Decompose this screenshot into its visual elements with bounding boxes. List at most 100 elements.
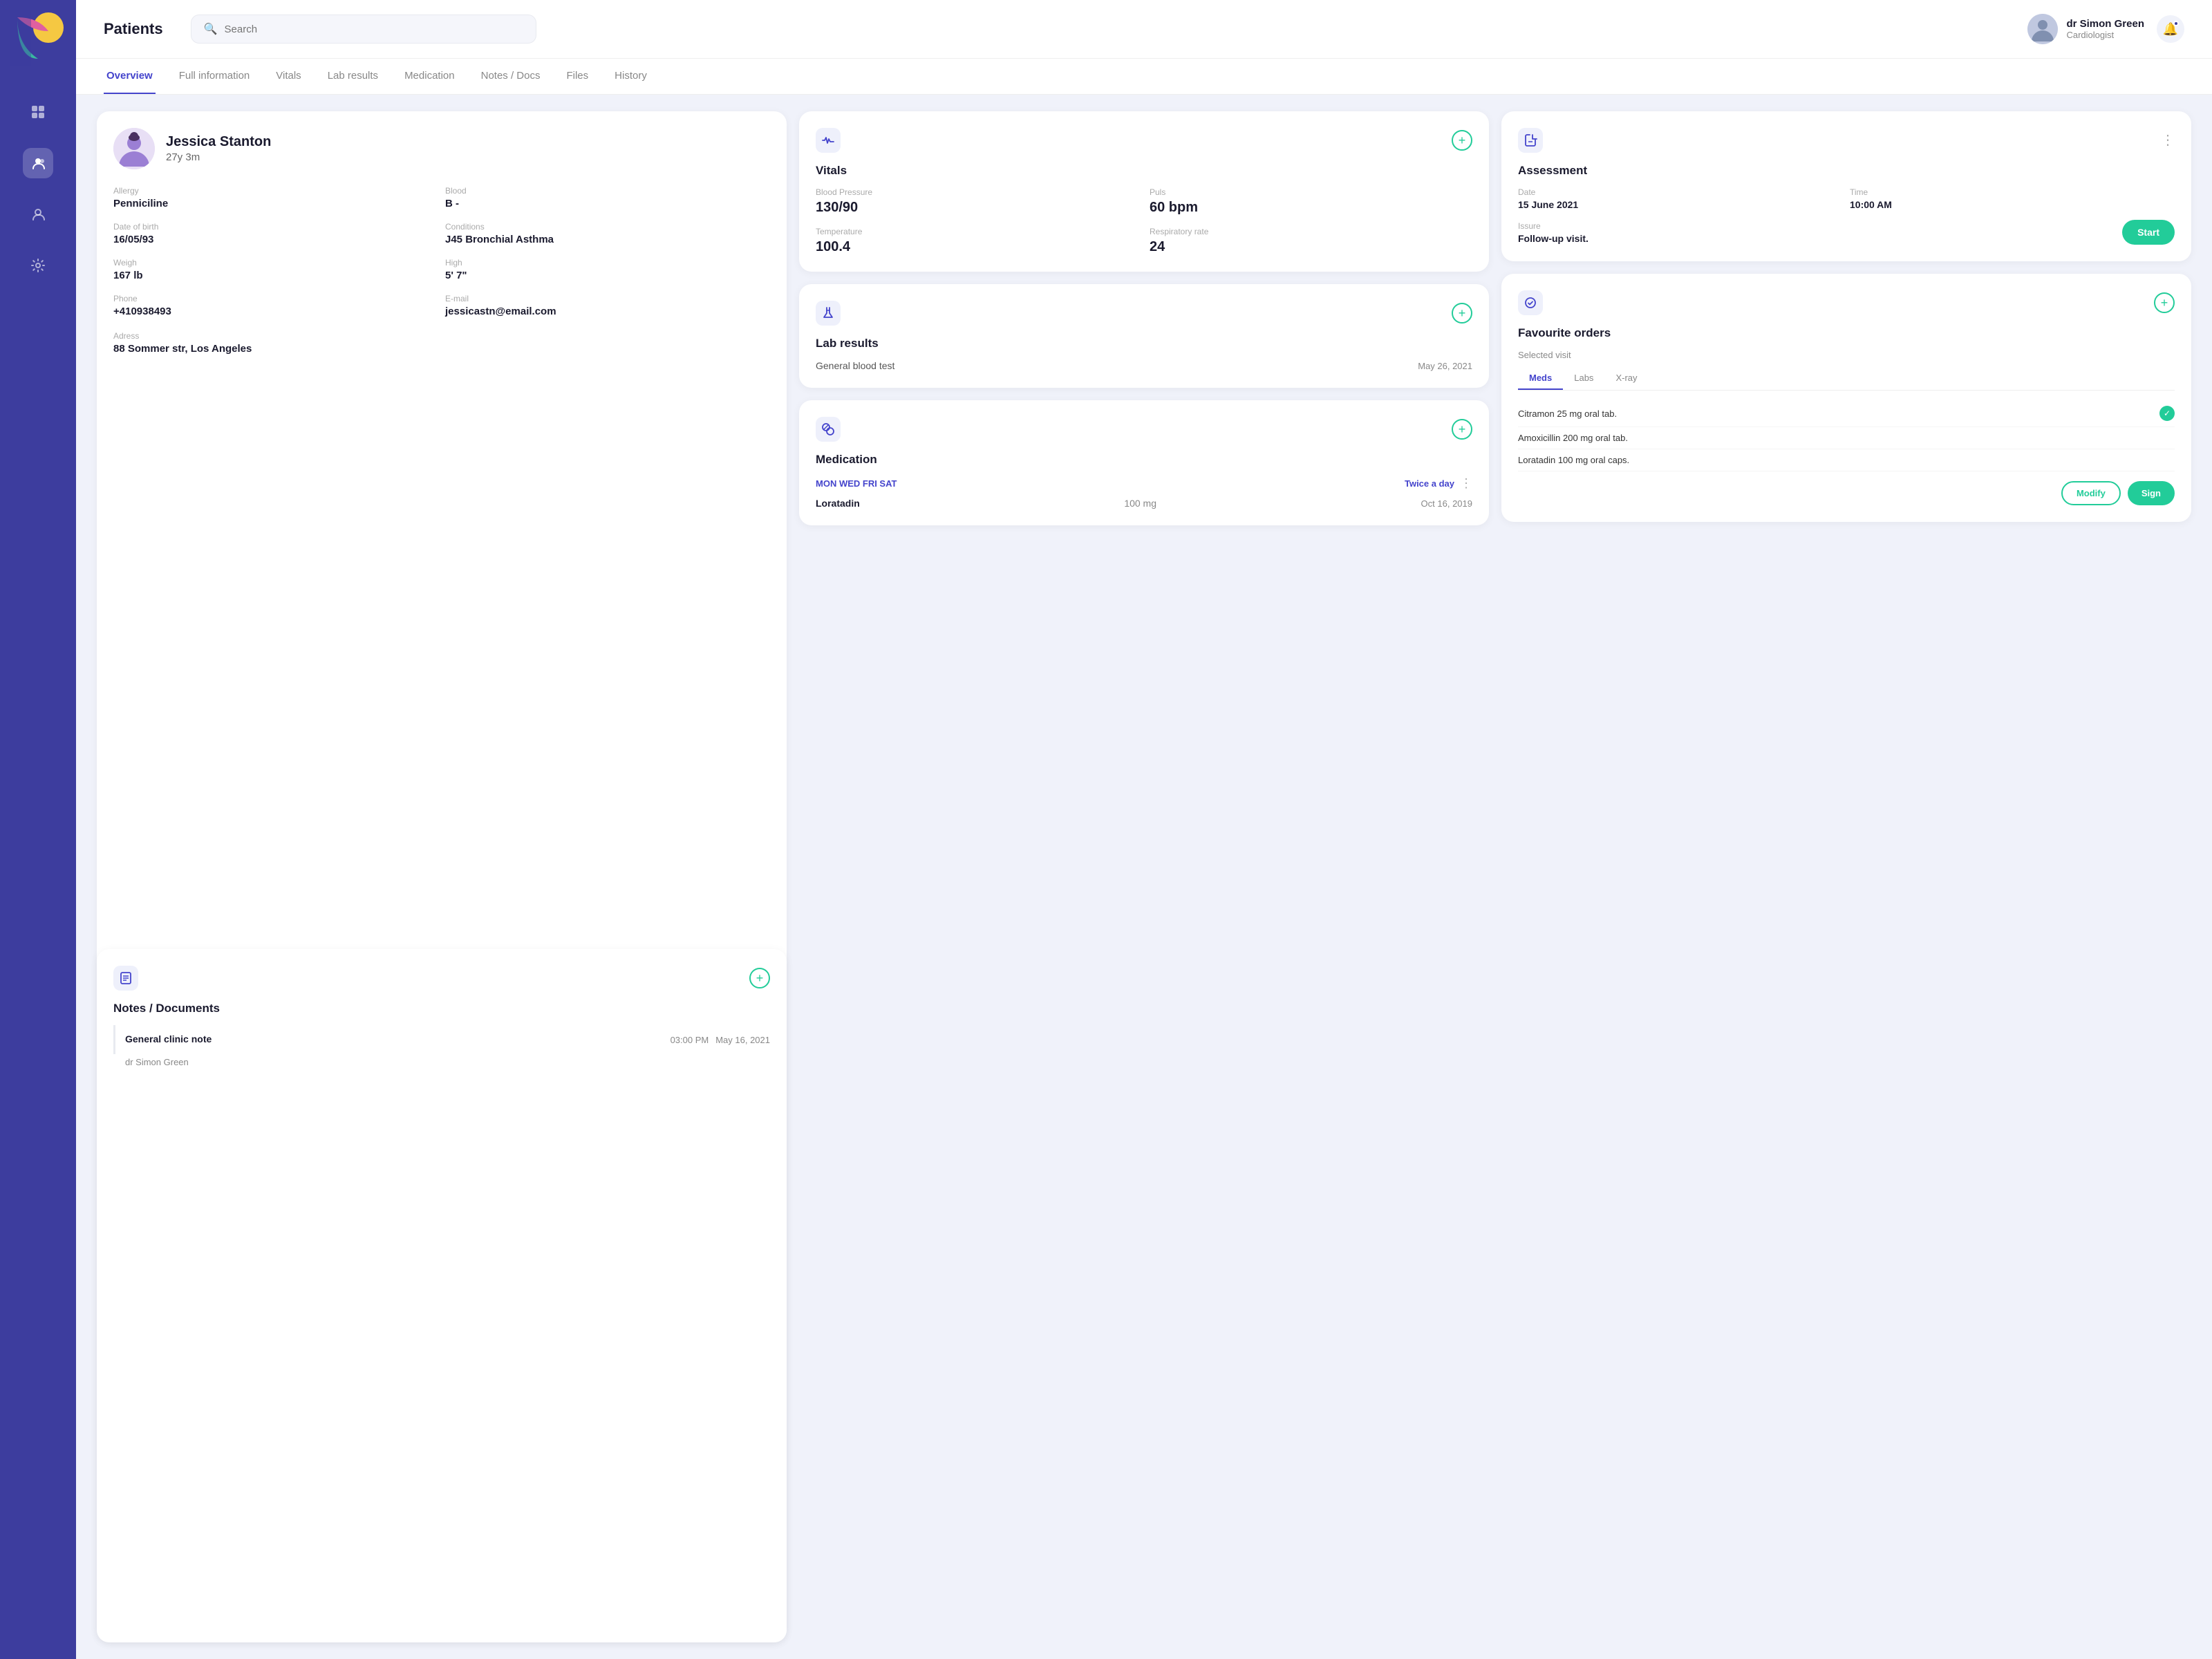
assess-icon-inner <box>1518 128 1543 153</box>
tabs-bar: Overview Full information Vitals Lab res… <box>76 59 2212 95</box>
main-content: Patients 🔍 dr Simon Green Cardiologist <box>76 0 2212 1659</box>
vitals-add-btn-inner[interactable]: + <box>1452 130 1472 151</box>
notes-card-header: + <box>113 966 770 991</box>
med-schedule-row: MON WED FRI SAT Twice a day ⋮ <box>816 476 1472 491</box>
med-item-row: Loratadin 100 mg Oct 16, 2019 <box>816 498 1472 509</box>
assessment-card-inner: ⋮ Assessment Date 15 June 2021 Time 10:0… <box>1501 111 2191 261</box>
tab-notes-docs[interactable]: Notes / Docs <box>478 59 543 94</box>
notes-title: Notes / Documents <box>113 1002 770 1015</box>
notification-button[interactable]: 🔔 <box>2157 15 2184 43</box>
search-input[interactable] <box>225 24 523 35</box>
med-icon <box>816 417 841 442</box>
assess-more-btn[interactable]: ⋮ <box>2161 133 2175 147</box>
patient-blood: Blood B - <box>445 186 770 209</box>
vitals-grid-inner: Blood Pressure 130/90 Puls 60 bpm Temper… <box>816 187 1472 255</box>
fav-check-1: ✓ <box>2159 406 2175 421</box>
fav-actions: Modify Sign <box>1518 481 2175 505</box>
doctor-info: dr Simon Green Cardiologist <box>2027 14 2144 44</box>
vital-resp-inner: Respiratory rate 24 <box>1150 227 1472 255</box>
notes-icon <box>113 966 138 991</box>
fav-add-button[interactable]: + <box>2154 292 2175 313</box>
patient-fields: Allergy Penniciline Blood B - Date of bi… <box>113 186 770 317</box>
vitals-title-inner: Vitals <box>816 164 1472 178</box>
tab-medication[interactable]: Medication <box>402 59 458 94</box>
sidebar-item-settings[interactable] <box>23 250 53 281</box>
assess-date-inner: Date 15 June 2021 <box>1518 187 1843 210</box>
sidebar-nav <box>23 97 53 281</box>
notes-add-button[interactable]: + <box>749 968 770 988</box>
lab-icon <box>816 301 841 326</box>
vital-temp-inner: Temperature 100.4 <box>816 227 1138 255</box>
med-more-button[interactable]: ⋮ <box>1460 476 1472 491</box>
fav-tab-meds[interactable]: Meds <box>1518 367 1563 390</box>
header: Patients 🔍 dr Simon Green Cardiologist <box>76 0 2212 59</box>
med-card-header: + <box>816 417 1472 442</box>
content-grid: Jessica Stanton 27y 3m Allergy Pennicili… <box>76 95 2212 1659</box>
col3-stack: ⋮ Assessment Date 15 June 2021 Time 10:0… <box>1501 111 2191 1642</box>
notes-card: + Notes / Documents General clinic note … <box>97 949 787 1642</box>
lab-entry: General blood test May 26, 2021 <box>816 360 1472 371</box>
assess-issue-inner: Issure Follow-up visit. Start <box>1518 220 2175 245</box>
fav-item-1: Citramon 25 mg oral tab. ✓ <box>1518 400 2175 427</box>
patient-phone: Phone +410938493 <box>113 294 438 317</box>
tab-lab-results[interactable]: Lab results <box>325 59 381 94</box>
vital-bp-inner: Blood Pressure 130/90 <box>816 187 1138 216</box>
tab-files[interactable]: Files <box>563 59 591 94</box>
patient-age: 27y 3m <box>166 151 271 163</box>
patient-avatar <box>113 128 155 169</box>
patient-conditions: Conditions J45 Bronchial Asthma <box>445 222 770 245</box>
tab-vitals[interactable]: Vitals <box>273 59 303 94</box>
fav-subtitle: Selected visit <box>1518 350 2175 360</box>
assess-time-inner: Time 10:00 AM <box>1850 187 2175 210</box>
notification-dot <box>2173 21 2179 26</box>
col2-stack: + Vitals Blood Pressure 130/90 Puls 60 b… <box>799 111 1489 1642</box>
fav-modify-button[interactable]: Modify <box>2061 481 2121 505</box>
sidebar-logo <box>0 0 76 76</box>
sidebar-item-users[interactable] <box>23 148 53 178</box>
tab-full-information[interactable]: Full information <box>176 59 253 94</box>
patient-email: E-mail jessicastn@email.com <box>445 294 770 317</box>
lab-add-button[interactable]: + <box>1452 303 1472 324</box>
assess-meta-inner: Date 15 June 2021 Time 10:00 AM <box>1518 187 2175 210</box>
fav-sign-button[interactable]: Sign <box>2128 481 2175 505</box>
patient-height: High 5' 7" <box>445 258 770 281</box>
doctor-avatar <box>2027 14 2058 44</box>
search-bar: 🔍 <box>191 15 536 44</box>
fav-tab-labs[interactable]: Labs <box>1563 367 1604 390</box>
vitals-card-inner: + Vitals Blood Pressure 130/90 Puls 60 b… <box>799 111 1489 272</box>
lab-card-header: + <box>816 301 1472 326</box>
assess-header-inner: ⋮ <box>1518 128 2175 153</box>
tab-overview[interactable]: Overview <box>104 59 156 94</box>
patient-weight: Weigh 167 lb <box>113 258 438 281</box>
patient-name: Jessica Stanton <box>166 134 271 150</box>
vitals-header-inner: + <box>816 128 1472 153</box>
assess-title-inner: Assessment <box>1518 164 2175 178</box>
assess-start-btn[interactable]: Start <box>2122 220 2175 245</box>
header-right: dr Simon Green Cardiologist 🔔 <box>2027 14 2184 44</box>
search-icon: 🔍 <box>204 22 218 36</box>
patient-name-block: Jessica Stanton 27y 3m <box>166 134 271 163</box>
fav-tabs-bar: Meds Labs X-ray <box>1518 367 2175 391</box>
patient-dob: Date of birth 16/05/93 <box>113 222 438 245</box>
lab-card: + Lab results General blood test May 26,… <box>799 284 1489 388</box>
fav-item-2: Amoxicillin 200 mg oral tab. <box>1518 427 2175 449</box>
assess-issue-text: Issure Follow-up visit. <box>1518 221 1588 244</box>
fav-tab-xray[interactable]: X-ray <box>1604 367 1648 390</box>
lab-title: Lab results <box>816 337 1472 350</box>
sidebar-item-grid[interactable] <box>23 97 53 127</box>
fav-icon <box>1518 290 1543 315</box>
medication-card: + Medication MON WED FRI SAT Twice a day… <box>799 400 1489 525</box>
patient-allergy: Allergy Penniciline <box>113 186 438 209</box>
doctor-name: dr Simon Green <box>2066 18 2144 30</box>
fav-card-header: + <box>1518 290 2175 315</box>
patient-header: Jessica Stanton 27y 3m <box>113 128 770 169</box>
med-add-button[interactable]: + <box>1452 419 1472 440</box>
sidebar <box>0 0 76 1659</box>
tab-history[interactable]: History <box>612 59 650 94</box>
favourite-orders-card: + Favourite orders Selected visit Meds L… <box>1501 274 2191 522</box>
vital-puls-inner: Puls 60 bpm <box>1150 187 1472 216</box>
sidebar-item-person[interactable] <box>23 199 53 229</box>
fav-title: Favourite orders <box>1518 326 2175 340</box>
notes-entry: General clinic note 03:00 PM May 16, 202… <box>113 1025 770 1054</box>
vitals-icon-inner <box>816 128 841 153</box>
